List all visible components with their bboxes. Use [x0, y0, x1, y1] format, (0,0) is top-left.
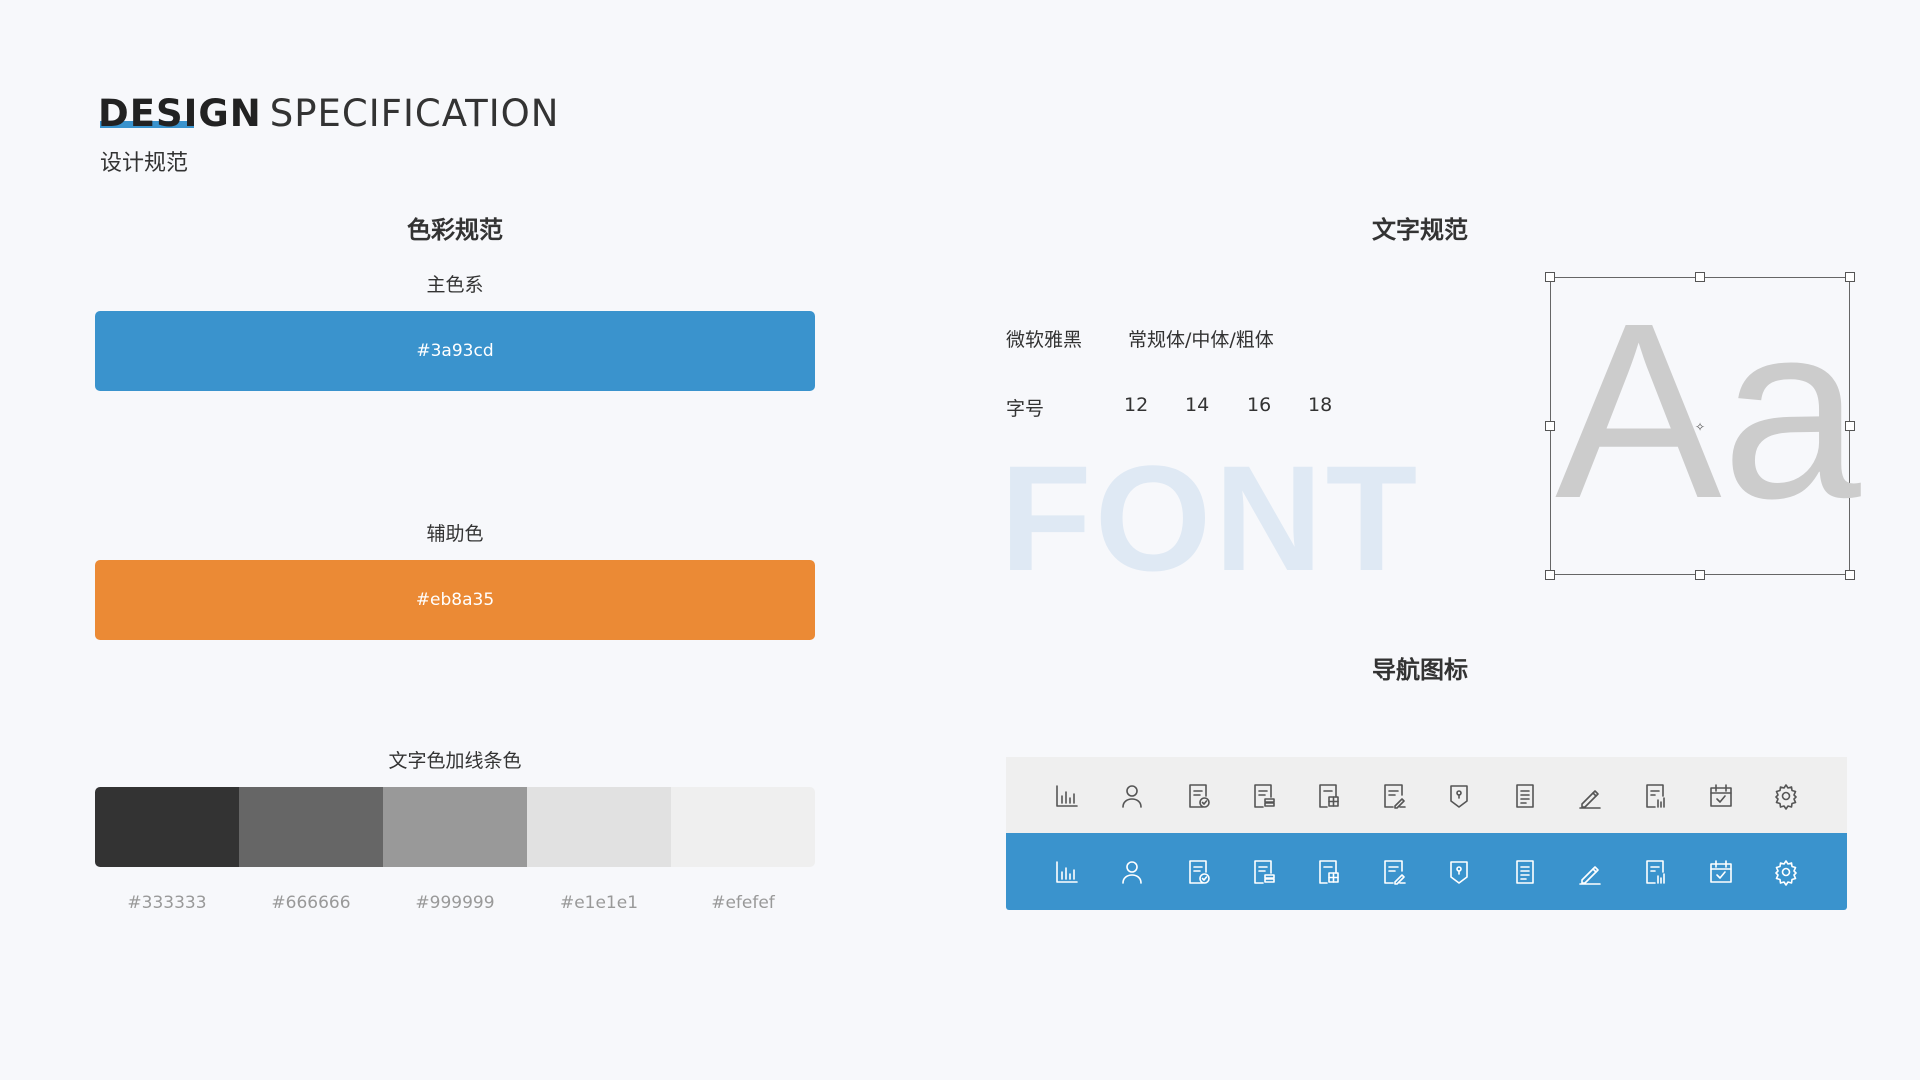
text-colors-label: 文字色加线条色	[388, 750, 522, 772]
nav-icons-title: 导航图标	[1372, 656, 1468, 684]
font-size-label: 字号	[1006, 398, 1045, 420]
resize-handle-bottom[interactable]	[1695, 570, 1705, 580]
calendar-check-icon[interactable]	[1706, 857, 1736, 887]
document-edit-icon[interactable]	[1379, 781, 1409, 811]
font-size-value: 12	[1124, 394, 1149, 416]
document-list-icon[interactable]	[1510, 781, 1540, 811]
text-color-swatch-labels: #333333 #666666 #999999 #e1e1e1 #efefef	[95, 893, 815, 913]
text-spec-title: 文字规范	[1372, 216, 1468, 244]
primary-color-hex: #3a93cd	[416, 341, 494, 361]
document-check-icon[interactable]	[1183, 781, 1213, 811]
swatch-label: #efefef	[711, 893, 775, 913]
swatch-efefef	[671, 787, 815, 867]
swatch-e1e1e1	[527, 787, 671, 867]
primary-color-label: 主色系	[426, 274, 484, 296]
shield-icon[interactable]	[1444, 857, 1474, 887]
swatch-label: #e1e1e1	[559, 893, 639, 913]
resize-handle-right[interactable]	[1845, 421, 1855, 431]
document-chart-icon[interactable]	[1640, 857, 1670, 887]
user-icon[interactable]	[1117, 781, 1147, 811]
title-light: SPECIFICATION	[269, 92, 560, 135]
move-crosshair-icon[interactable]: ✧	[1695, 421, 1705, 433]
document-check-icon[interactable]	[1183, 857, 1213, 887]
secondary-color-label: 辅助色	[426, 523, 484, 545]
document-grid-icon[interactable]	[1313, 781, 1343, 811]
font-name: 微软雅黑	[1006, 329, 1083, 351]
swatch-999999	[383, 787, 527, 867]
font-family-row: 微软雅黑 常规体/中体/粗体	[1006, 325, 1274, 352]
swatch-label: #333333	[127, 893, 207, 913]
font-weights: 常规体/中体/粗体	[1128, 329, 1274, 351]
resize-handle-top-left[interactable]	[1545, 272, 1555, 282]
page-title: DESIGN SPECIFICATION	[98, 92, 559, 135]
title-bold: DESIGN	[98, 92, 262, 135]
font-size-row: 字号 12 14 16 18	[1006, 394, 1332, 421]
document-stack-icon[interactable]	[1248, 857, 1278, 887]
font-size-value: 16	[1247, 394, 1272, 416]
font-watermark: FONT	[1000, 434, 1421, 602]
bar-chart-icon[interactable]	[1052, 781, 1082, 811]
font-size-value: 18	[1308, 394, 1333, 416]
font-sample-box[interactable]: Aa ✧	[1545, 272, 1861, 580]
resize-handle-top-right[interactable]	[1845, 272, 1855, 282]
document-stack-icon[interactable]	[1248, 781, 1278, 811]
resize-handle-bottom-left[interactable]	[1545, 570, 1555, 580]
swatch-label: #666666	[271, 893, 351, 913]
bar-chart-icon[interactable]	[1052, 857, 1082, 887]
nav-icons-row-blue	[1006, 833, 1847, 910]
title-bold-text: DESIGN	[98, 92, 262, 135]
nav-icons-row-light	[1006, 757, 1847, 834]
page-subtitle: 设计规范	[100, 151, 189, 176]
gear-icon[interactable]	[1771, 857, 1801, 887]
primary-color-swatch: #3a93cd	[95, 311, 815, 391]
swatch-666666	[239, 787, 383, 867]
color-spec-title: 色彩规范	[407, 216, 503, 244]
shield-icon[interactable]	[1444, 781, 1474, 811]
resize-handle-left[interactable]	[1545, 421, 1555, 431]
gear-icon[interactable]	[1771, 781, 1801, 811]
calendar-check-icon[interactable]	[1706, 781, 1736, 811]
document-chart-icon[interactable]	[1640, 781, 1670, 811]
document-list-icon[interactable]	[1510, 857, 1540, 887]
text-color-swatches	[95, 787, 815, 867]
font-size-value: 14	[1185, 394, 1210, 416]
resize-handle-bottom-right[interactable]	[1845, 570, 1855, 580]
document-edit-icon[interactable]	[1379, 857, 1409, 887]
swatch-333333	[95, 787, 239, 867]
pencil-icon[interactable]	[1575, 781, 1605, 811]
secondary-color-hex: #eb8a35	[415, 590, 495, 610]
document-grid-icon[interactable]	[1313, 857, 1343, 887]
user-icon[interactable]	[1117, 857, 1147, 887]
resize-handle-top[interactable]	[1695, 272, 1705, 282]
secondary-color-swatch: #eb8a35	[95, 560, 815, 640]
swatch-label: #999999	[415, 893, 495, 913]
pencil-icon[interactable]	[1575, 857, 1605, 887]
font-sample-text: Aa	[1555, 271, 1861, 550]
